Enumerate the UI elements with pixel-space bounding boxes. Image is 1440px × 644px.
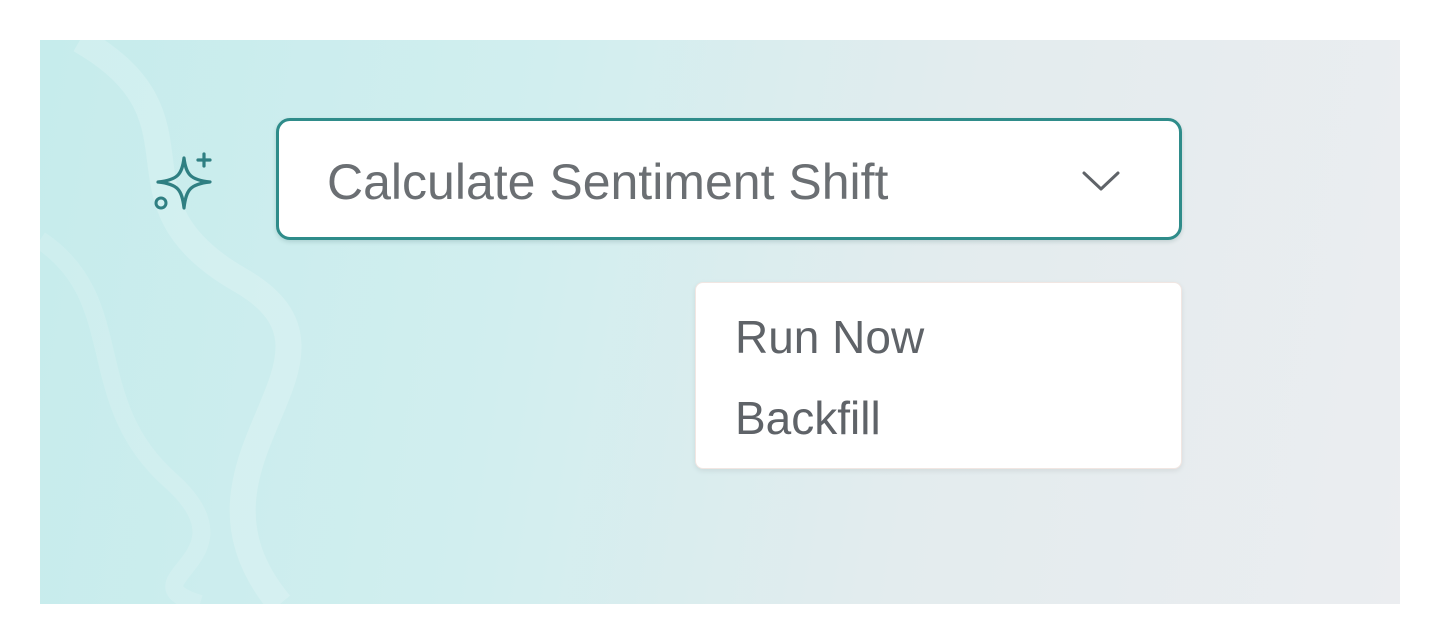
menu-item-run-now[interactable]: Run Now <box>735 310 924 364</box>
action-select-value: Calculate Sentiment Shift <box>327 154 889 210</box>
action-menu: Run Now Backfill <box>695 282 1182 469</box>
action-select[interactable]: Calculate Sentiment Shift <box>276 118 1182 240</box>
sparkle-icon <box>154 152 212 210</box>
chevron-down-icon[interactable] <box>1081 165 1121 195</box>
menu-item-backfill[interactable]: Backfill <box>735 391 881 445</box>
content-panel: Calculate Sentiment Shift Run Now Backfi… <box>40 40 1400 604</box>
